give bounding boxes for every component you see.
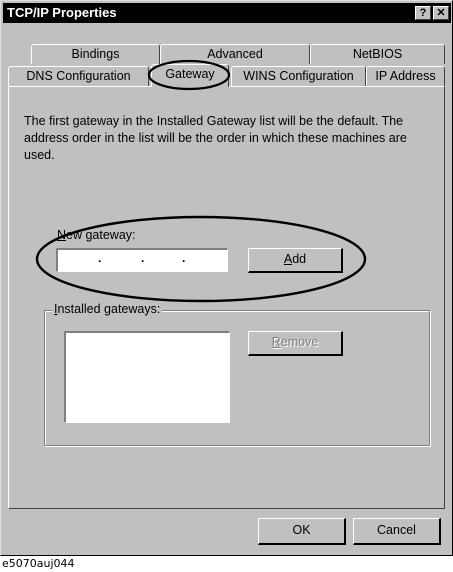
remove-button[interactable]: Remove (248, 331, 343, 356)
add-mnemonic: A (283, 252, 293, 266)
tab-wins-configuration[interactable]: WINS Configuration (231, 66, 366, 86)
installed-gateways-label: Installed gateways: (52, 302, 163, 316)
new-gateway-label: New gateway: (57, 228, 136, 242)
tab-netbios[interactable]: NetBIOS (310, 44, 445, 64)
add-button[interactable]: Add (248, 248, 343, 273)
remove-mnemonic: R (271, 335, 281, 349)
tab-dns-configuration[interactable]: DNS Configuration (8, 66, 149, 86)
add-label-text: dd (292, 252, 307, 266)
tab-gateway[interactable]: Gateway (151, 64, 229, 87)
gateway-description: The first gateway in the Installed Gatew… (24, 114, 407, 162)
ip-dot-2: . (141, 251, 145, 265)
installed-label-text: nstalled gateways: (57, 302, 161, 316)
ip-dot-3: . (182, 251, 186, 265)
new-gateway-ip-field[interactable]: . . . (56, 248, 228, 272)
title-bar: TCP/IP Properties ? ✕ (3, 3, 451, 23)
new-gateway-label-text: ew gateway: (66, 228, 136, 242)
help-button[interactable]: ? (415, 6, 431, 20)
tab-ip-address[interactable]: IP Address (366, 66, 445, 86)
cancel-button[interactable]: Cancel (353, 518, 441, 545)
tab-bindings[interactable]: Bindings (31, 44, 160, 64)
figure-caption: e5070auj044 (2, 557, 75, 570)
window-title: TCP/IP Properties (7, 5, 117, 20)
tab-advanced[interactable]: Advanced (160, 44, 310, 64)
close-button[interactable]: ✕ (433, 6, 449, 20)
remove-label-text: emove (280, 335, 319, 349)
installed-gateways-list[interactable] (64, 331, 230, 423)
new-gateway-mnemonic: N (57, 228, 67, 242)
ok-button[interactable]: OK (258, 518, 346, 545)
ip-dot-1: . (98, 251, 102, 265)
